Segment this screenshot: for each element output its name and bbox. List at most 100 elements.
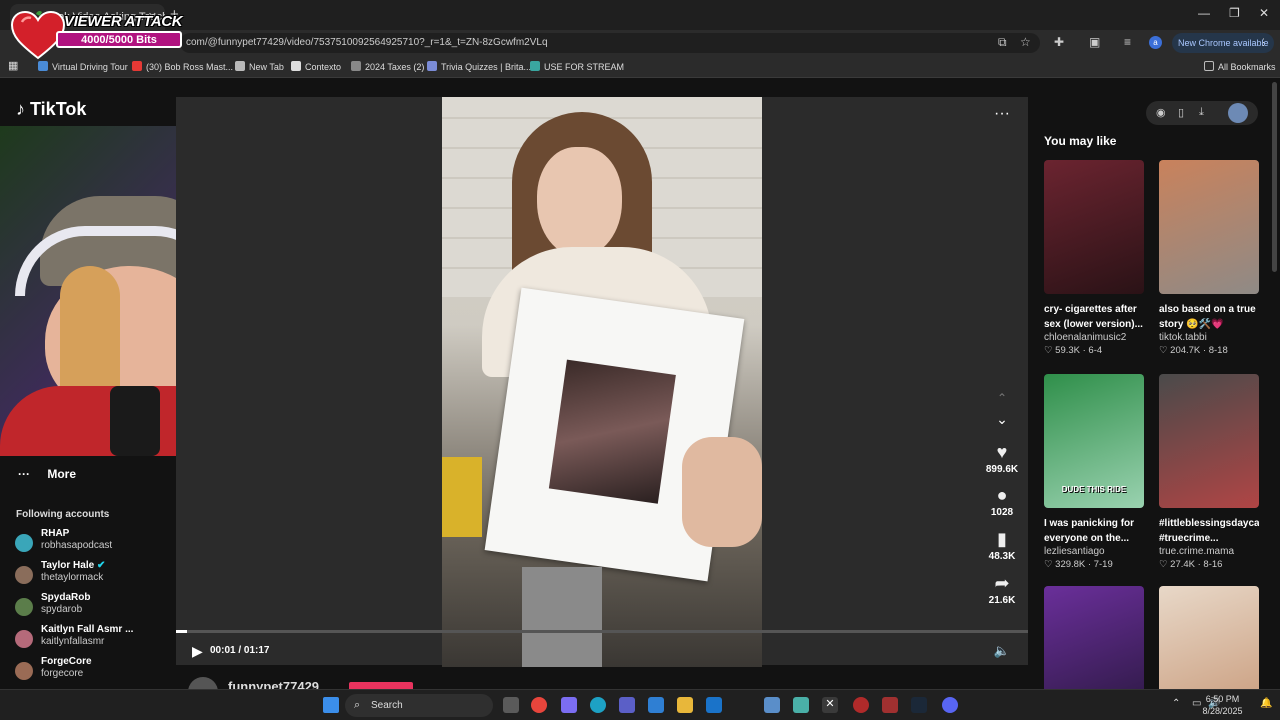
- globe-icon: [235, 61, 245, 71]
- recommended-video[interactable]: DUDE THIS RIDE I was panicking for every…: [1044, 374, 1144, 570]
- all-bookmarks-button[interactable]: All Bookmarks: [1204, 61, 1276, 72]
- folder-icon: [351, 61, 361, 71]
- next-video-icon[interactable]: ⌄: [980, 411, 1024, 428]
- download-icon[interactable]: ⤓: [1199, 106, 1204, 119]
- share-arrow-icon: ➦: [994, 573, 1010, 593]
- contexto-icon: [291, 61, 301, 71]
- discord-icon[interactable]: [942, 697, 958, 713]
- following-account[interactable]: Kaitlyn Fall Asmr ... kaitlynfallasmr: [15, 624, 175, 654]
- more-button[interactable]: ··· More: [18, 467, 76, 481]
- store-icon[interactable]: [648, 697, 664, 713]
- page-scrollbar[interactable]: [1272, 82, 1277, 272]
- restore-icon[interactable]: ❐: [1229, 6, 1240, 20]
- bits-count: 4000/5000 Bits: [81, 34, 157, 46]
- user-avatar[interactable]: [1228, 103, 1248, 123]
- steam-icon[interactable]: [911, 697, 927, 713]
- microphone: [110, 386, 160, 456]
- search-icon: ⌕: [354, 699, 361, 711]
- edge-icon[interactable]: [590, 697, 606, 713]
- install-app-icon[interactable]: ⧉: [998, 35, 1007, 50]
- apps-grid-icon[interactable]: ▦: [8, 59, 18, 72]
- bookmark-item[interactable]: (30) Bob Ross Mast...: [132, 61, 233, 72]
- address-toolbar: com/@funnypet77429/video/753751009256492…: [0, 30, 1280, 56]
- outlook-icon[interactable]: [706, 697, 722, 713]
- profile-avatar[interactable]: a: [1149, 36, 1162, 49]
- playback-time: 00:01 / 01:17: [210, 645, 270, 656]
- windows-start-icon[interactable]: [323, 697, 339, 713]
- bookmark-star-icon[interactable]: ☆: [1020, 35, 1031, 49]
- volume-icon[interactable]: 🔈: [994, 643, 1010, 659]
- bookmark-item[interactable]: New Tab: [235, 61, 284, 72]
- previous-video-icon[interactable]: ⌃: [980, 391, 1024, 405]
- avatar: [15, 598, 33, 616]
- file-explorer-icon[interactable]: [677, 697, 693, 713]
- avatar: [15, 534, 33, 552]
- bookmark-folder[interactable]: 2024 Taxes (2): [351, 61, 424, 72]
- following-account[interactable]: RHAP robhasapodcast: [15, 528, 175, 558]
- comment-icon: ●: [996, 485, 1008, 505]
- yellow-cup: [442, 457, 482, 537]
- bookmarks-bar: ▦ Virtual Driving Tour (30) Bob Ross Mas…: [0, 56, 1280, 78]
- like-button[interactable]: ♥ 899.6K: [980, 442, 1024, 475]
- video-progress-bar[interactable]: [176, 630, 1028, 633]
- reading-list-icon[interactable]: ≡: [1124, 35, 1131, 49]
- side-panel-icon[interactable]: ▣: [1089, 35, 1100, 49]
- verified-badge-icon: ✔: [96, 560, 106, 571]
- url-text: com/@funnypet77429/video/753751009256492…: [186, 37, 548, 48]
- url-bar[interactable]: com/@funnypet77429/video/753751009256492…: [180, 33, 1040, 53]
- more-dots-icon: ···: [18, 467, 30, 481]
- photos-icon[interactable]: [764, 697, 780, 713]
- following-account[interactable]: ForgeCore forgecore: [15, 656, 175, 686]
- avatar: [15, 630, 33, 648]
- streaming-app-icon[interactable]: [853, 697, 869, 713]
- thumbnail-caption: DUDE THIS RIDE: [1061, 485, 1127, 494]
- task-view-icon[interactable]: [503, 697, 519, 713]
- bookmark-item[interactable]: Virtual Driving Tour: [38, 61, 128, 72]
- copilot-icon[interactable]: [561, 697, 577, 713]
- app-icon[interactable]: [882, 697, 898, 713]
- new-chrome-label: New Chrome available: [1178, 38, 1269, 48]
- globe-icon: [38, 61, 48, 71]
- bookmark-icon: ▮: [997, 529, 1007, 549]
- teams-icon[interactable]: [619, 697, 635, 713]
- tiktok-logo[interactable]: ♪ TikTok: [16, 99, 86, 120]
- browser-tab-bar: ok Video Asking Teach... ✕ + — ❐ ✕: [0, 0, 1280, 30]
- video-frame[interactable]: [442, 97, 762, 667]
- right-toolbar: ◉ ▯ ⤓: [1146, 101, 1258, 125]
- bits-progress-bar: 4000/5000 Bits: [56, 31, 182, 48]
- notification-bell-icon[interactable]: 🔔: [1260, 698, 1272, 709]
- share-button[interactable]: ➦ 21.6K: [980, 573, 1024, 606]
- live-icon[interactable]: ◉: [1156, 106, 1166, 119]
- recommended-video[interactable]: cry- cigarettes after sex (lower version…: [1044, 160, 1144, 356]
- bookmark-item[interactable]: Contexto: [291, 61, 341, 72]
- kebab-menu-icon[interactable]: ⋮: [1259, 37, 1268, 48]
- taskbar-clock[interactable]: 6:50 PM 8/28/2025: [1200, 693, 1245, 717]
- more-options-icon[interactable]: ···: [994, 105, 1010, 123]
- chrome-icon[interactable]: [531, 697, 547, 713]
- device-icon[interactable]: ▯: [1178, 106, 1184, 119]
- comment-button[interactable]: ● 1028: [980, 485, 1024, 518]
- video-thumbnail: [1044, 160, 1144, 294]
- recommended-video[interactable]: also based on a true story 🥺🛠️💗 tiktok.t…: [1159, 160, 1259, 356]
- progress-fill: [176, 630, 188, 633]
- video-thumbnail: [1159, 374, 1259, 508]
- close-window-icon[interactable]: ✕: [1259, 6, 1269, 20]
- save-button[interactable]: ▮ 48.3K: [980, 529, 1024, 562]
- minimize-icon[interactable]: —: [1198, 6, 1210, 20]
- app-icon[interactable]: [793, 697, 809, 713]
- heart-icon: ♥: [996, 442, 1008, 462]
- extensions-icon[interactable]: ✚: [1054, 35, 1064, 49]
- bookmark-item[interactable]: USE FOR STREAM: [530, 61, 624, 72]
- following-account[interactable]: SpydaRob spydarob: [15, 592, 175, 622]
- avatar: [15, 662, 33, 680]
- tray-chevron-icon[interactable]: ⌃: [1172, 698, 1180, 709]
- p-icon: [530, 61, 540, 71]
- bookmark-item[interactable]: Trivia Quizzes | Brita...: [427, 61, 531, 72]
- video-player[interactable]: ··· ⌃ ⌄ ♥ 899.6K ● 1028 ▮ 48.3K ➦ 21.6K …: [176, 97, 1028, 667]
- following-account[interactable]: Taylor Hale ✔ thetaylormack: [15, 560, 175, 590]
- taskbar-search[interactable]: ⌕ Search: [345, 694, 493, 717]
- play-icon[interactable]: ▶: [192, 643, 203, 660]
- capcut-icon[interactable]: ✕: [822, 697, 838, 713]
- recommended-video[interactable]: #littleblessingsdaycare #truecrime... tr…: [1159, 374, 1259, 570]
- new-chrome-available-button[interactable]: New Chrome available ⋮: [1172, 33, 1274, 53]
